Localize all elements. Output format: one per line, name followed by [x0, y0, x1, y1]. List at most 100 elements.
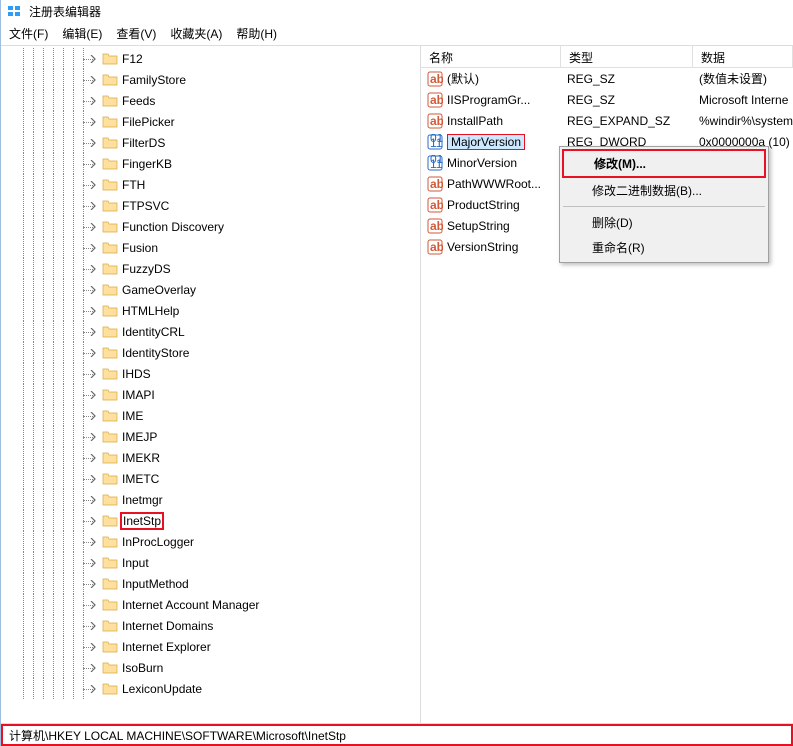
window-title: 注册表编辑器 [29, 3, 101, 20]
svg-text:ab: ab [430, 114, 443, 128]
tree-item[interactable]: FingerKB [1, 153, 420, 174]
tree-item[interactable]: FuzzyDS [1, 258, 420, 279]
tree-item[interactable]: Fusion [1, 237, 420, 258]
tree-item-label: FingerKB [122, 157, 172, 171]
value-type: REG_SZ [561, 91, 693, 109]
tree-item-label: Internet Account Manager [122, 598, 259, 612]
string-value-icon: ab [427, 71, 443, 87]
content-area: F12FamilyStoreFeeds FilePicker FilterDS Fin… [1, 45, 793, 724]
tree-item[interactable]: FTPSVC [1, 195, 420, 216]
menu-separator [563, 206, 765, 207]
tree-item[interactable]: IHDS [1, 363, 420, 384]
value-name: MajorVersion [447, 134, 525, 150]
menu-edit[interactable]: 编辑(E) [62, 25, 102, 42]
menu-file[interactable]: 文件(F) [9, 25, 48, 42]
folder-icon [102, 114, 118, 130]
context-menu-item[interactable]: 删除(D) [562, 210, 766, 235]
tree-scroll[interactable]: F12FamilyStoreFeeds FilePicker FilterDS Fin… [1, 46, 420, 723]
value-name: IISProgramGr... [447, 93, 530, 107]
col-name[interactable]: 名称 [421, 46, 561, 67]
folder-icon [102, 534, 118, 550]
svg-text:ab: ab [430, 72, 443, 86]
tree-item-label: IsoBurn [122, 661, 163, 675]
tree-item[interactable]: InputMethod [1, 573, 420, 594]
tree-item[interactable]: FTH [1, 174, 420, 195]
tree-item-label: Fusion [122, 241, 158, 255]
tree-item[interactable]: IMEJP [1, 426, 420, 447]
svg-text:110: 110 [430, 157, 443, 171]
tree-item[interactable]: IMETC [1, 468, 420, 489]
context-menu-item[interactable]: 修改(M)... [562, 149, 766, 178]
tree-item-label: IMEKR [122, 451, 160, 465]
tree-item[interactable]: Feeds [1, 90, 420, 111]
folder-icon [102, 408, 118, 424]
list-header[interactable]: 名称 类型 数据 [421, 46, 793, 68]
folder-icon [102, 492, 118, 508]
tree-item[interactable]: F12 [1, 48, 420, 69]
tree-item-label: IMETC [122, 472, 159, 486]
folder-icon [102, 135, 118, 151]
svg-text:ab: ab [430, 240, 443, 254]
value-name: MinorVersion [447, 156, 517, 170]
folder-icon [102, 240, 118, 256]
registry-tree[interactable]: F12FamilyStoreFeeds FilePicker FilterDS Fin… [1, 46, 420, 699]
value-name: (默认) [447, 70, 479, 87]
folder-icon [102, 219, 118, 235]
titlebar[interactable]: 注册表编辑器 [1, 0, 793, 22]
tree-item[interactable]: Internet Domains [1, 615, 420, 636]
context-menu-item[interactable]: 重命名(R) [562, 235, 766, 260]
folder-icon [102, 429, 118, 445]
tree-item-label: InputMethod [122, 577, 189, 591]
folder-icon [102, 660, 118, 676]
value-name: VersionString [447, 240, 518, 254]
value-data: %windir%\system [693, 112, 793, 130]
tree-item[interactable]: InProcLogger [1, 531, 420, 552]
folder-icon [102, 261, 118, 277]
tree-item[interactable]: FilterDS [1, 132, 420, 153]
tree-item-label: Internet Domains [122, 619, 213, 633]
menu-view[interactable]: 查看(V) [116, 25, 156, 42]
tree-item[interactable]: Function Discovery [1, 216, 420, 237]
value-row[interactable]: abIISProgramGr...REG_SZMicrosoft Interne [421, 89, 793, 110]
tree-item[interactable]: IsoBurn [1, 657, 420, 678]
menu-help[interactable]: 帮助(H) [236, 25, 277, 42]
tree-item[interactable]: FamilyStore [1, 69, 420, 90]
tree-item[interactable]: Input [1, 552, 420, 573]
value-row[interactable]: ab InstallPath REG_EXPAND_SZ%windir%\syste… [421, 110, 793, 131]
tree-item-label: InetStp [122, 514, 162, 528]
value-type: REG_EXPAND_SZ [561, 112, 693, 130]
tree-item[interactable]: IME [1, 405, 420, 426]
menu-favorites[interactable]: 收藏夹(A) [170, 25, 222, 42]
regedit-icon [7, 3, 23, 19]
col-type[interactable]: 类型 [561, 46, 693, 67]
tree-item-label: FilePicker [122, 115, 175, 129]
string-value-icon: ab [427, 197, 443, 213]
tree-item-label: IME [122, 409, 143, 423]
tree-item[interactable]: IdentityStore [1, 342, 420, 363]
tree-item[interactable]: Internet Explorer [1, 636, 420, 657]
context-menu[interactable]: 修改(M)...修改二进制数据(B)... 删除(D)重命名(R) [559, 146, 769, 263]
folder-icon [102, 576, 118, 592]
folder-icon [102, 72, 118, 88]
statusbar-path: 计算机\HKEY LOCAL MACHINE\SOFTWARE\Microsof… [9, 727, 346, 744]
tree-item[interactable]: LexiconUpdate [1, 678, 420, 699]
tree-item[interactable]: FilePicker [1, 111, 420, 132]
tree-item[interactable]: IMEKR [1, 447, 420, 468]
col-data[interactable]: 数据 [693, 46, 793, 67]
tree-pane: F12FamilyStoreFeeds FilePicker FilterDS Fin… [1, 46, 421, 723]
tree-item-label: FuzzyDS [122, 262, 171, 276]
tree-item[interactable]: Internet Account Manager [1, 594, 420, 615]
tree-item[interactable]: Inetmgr [1, 489, 420, 510]
folder-icon [102, 156, 118, 172]
folder-icon [102, 681, 118, 697]
tree-item[interactable]: IMAPI [1, 384, 420, 405]
tree-item[interactable]: HTMLHelp [1, 300, 420, 321]
tree-item[interactable]: InetStp [1, 510, 420, 531]
tree-item[interactable]: GameOverlay [1, 279, 420, 300]
tree-item-label: IdentityCRL [122, 325, 185, 339]
value-name: InstallPath [447, 114, 503, 128]
value-row[interactable]: ab(默认)REG_SZ(数值未设置) [421, 68, 793, 89]
menubar[interactable]: 文件(F) 编辑(E) 查看(V) 收藏夹(A) 帮助(H) [1, 22, 793, 45]
context-menu-item[interactable]: 修改二进制数据(B)... [562, 178, 766, 203]
tree-item[interactable]: IdentityCRL [1, 321, 420, 342]
